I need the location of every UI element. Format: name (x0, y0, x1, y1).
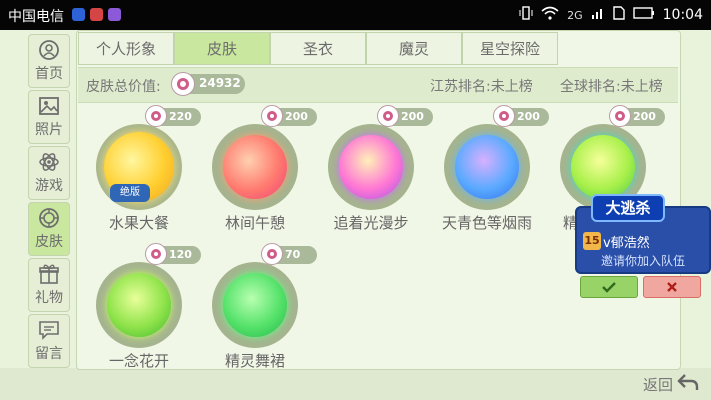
sidebar-item-label: 首页 (35, 66, 63, 82)
candy-icon (377, 105, 399, 127)
inviter-name: v郁浩然 (603, 236, 650, 251)
candy-icon (145, 105, 167, 127)
back-button[interactable]: 返回 (643, 372, 699, 396)
candy-icon (609, 105, 631, 127)
decline-invite-button[interactable] (643, 276, 701, 298)
sidebar-item-skins[interactable]: 皮肤 (28, 202, 70, 256)
message-icon (38, 319, 60, 341)
skin-orb (223, 273, 287, 337)
back-label: 返回 (643, 375, 674, 394)
gift-icon (38, 263, 60, 285)
tab-skins[interactable]: 皮肤 (174, 32, 270, 65)
price-tag: 120 (145, 243, 201, 265)
app-notification-icon (108, 8, 121, 21)
sidebar-item-label: 游戏 (35, 178, 63, 194)
sidebar-item-gifts[interactable]: 礼物 (28, 258, 70, 312)
sidebar-item-label: 留言 (35, 346, 63, 362)
tab-avatar[interactable]: 个人形象 (78, 32, 174, 65)
sidebar-item-home[interactable]: 首页 (28, 34, 70, 88)
sidebar-item-label: 礼物 (35, 290, 63, 306)
province-rank: 江苏排名:未上榜 (430, 79, 533, 95)
skin-name: 林间午憩 (224, 214, 285, 232)
candy-icon (493, 105, 515, 127)
sim-icon (612, 6, 625, 24)
global-rank: 全球排名:未上榜 (560, 79, 663, 95)
back-arrow-icon (677, 372, 699, 396)
skin-name: 精灵舞裙 (224, 352, 285, 370)
skin-name: 追着光漫步 (333, 214, 409, 232)
price-tag: 200 (377, 105, 433, 127)
wifi-icon (541, 6, 559, 24)
signal-icon (591, 6, 605, 24)
tab-star-adventure[interactable]: 星空探险 (462, 32, 558, 65)
tab-armor[interactable]: 圣衣 (270, 32, 366, 65)
team-invite-popup: 大逃杀 15 v郁浩然 邀请你加入队伍 (575, 194, 711, 274)
skin-orb (571, 135, 635, 199)
tab-spirits[interactable]: 魔灵 (366, 32, 462, 65)
price-tag: 200 (493, 105, 549, 127)
total-value: 24932 (199, 76, 241, 90)
skin-info-bar: 皮肤总价值: 24932 江苏排名:未上榜 全球排名:未上榜 (78, 67, 678, 103)
status-bar: 中国电信 2G 10:04 (0, 0, 711, 30)
skin-item[interactable]: 200 林间午憩 (200, 105, 317, 242)
price-tag: 220 (145, 105, 201, 127)
sidebar-item-games[interactable]: 游戏 (28, 146, 70, 200)
price-tag: 200 (609, 105, 665, 127)
skin-item[interactable]: 220 绝版 水果大餐 (84, 105, 201, 242)
sidebar-item-label: 皮肤 (35, 234, 63, 250)
level-badge: 15 (583, 232, 601, 250)
network-type: 2G (567, 8, 583, 22)
skin-item[interactable]: 120 一念花开 (84, 243, 201, 380)
invite-message: 邀请你加入队伍 (601, 254, 686, 268)
invite-mode-tag: 大逃杀 (591, 194, 665, 222)
sidebar-item-photos[interactable]: 照片 (28, 90, 70, 144)
skin-item[interactable]: 70 精灵舞裙 (200, 243, 317, 380)
candy-icon (261, 105, 283, 127)
check-icon (601, 278, 617, 297)
price-tag: 200 (261, 105, 317, 127)
total-value-pill: 24932 (171, 72, 245, 96)
skin-orb (223, 135, 287, 199)
accept-invite-button[interactable] (580, 276, 638, 298)
skin-name: 水果大餐 (108, 214, 169, 232)
skin-orb (107, 273, 171, 337)
sidebar-item-messages[interactable]: 留言 (28, 314, 70, 368)
total-value-label: 皮肤总价值: (86, 79, 161, 95)
atom-icon (38, 151, 60, 173)
home-icon (38, 39, 60, 61)
candy-icon (145, 243, 167, 265)
sidebar-item-label: 照片 (35, 122, 63, 138)
skin-item[interactable]: 200 追着光漫步 (316, 105, 433, 242)
close-icon (666, 278, 678, 297)
skin-icon (38, 207, 60, 229)
sidebar: 首页 照片 游戏 皮肤 礼物 留言 (28, 30, 70, 370)
clock: 10:04 (662, 7, 703, 23)
candy-icon (171, 72, 195, 96)
app-notification-icon (72, 8, 85, 21)
skin-orb (339, 135, 403, 199)
app-notification-icon (90, 8, 103, 21)
carrier-label: 中国电信 (8, 9, 64, 25)
limited-badge: 绝版 (110, 184, 150, 202)
tab-bar: 个人形象 皮肤 圣衣 魔灵 星空探险 (78, 32, 558, 65)
skin-orb (455, 135, 519, 199)
battery-icon (632, 7, 655, 23)
photo-icon (38, 95, 60, 117)
candy-icon (261, 243, 283, 265)
price-tag: 70 (261, 243, 317, 265)
skin-name: 一念花开 (108, 352, 169, 370)
vibrate-icon (519, 6, 533, 24)
